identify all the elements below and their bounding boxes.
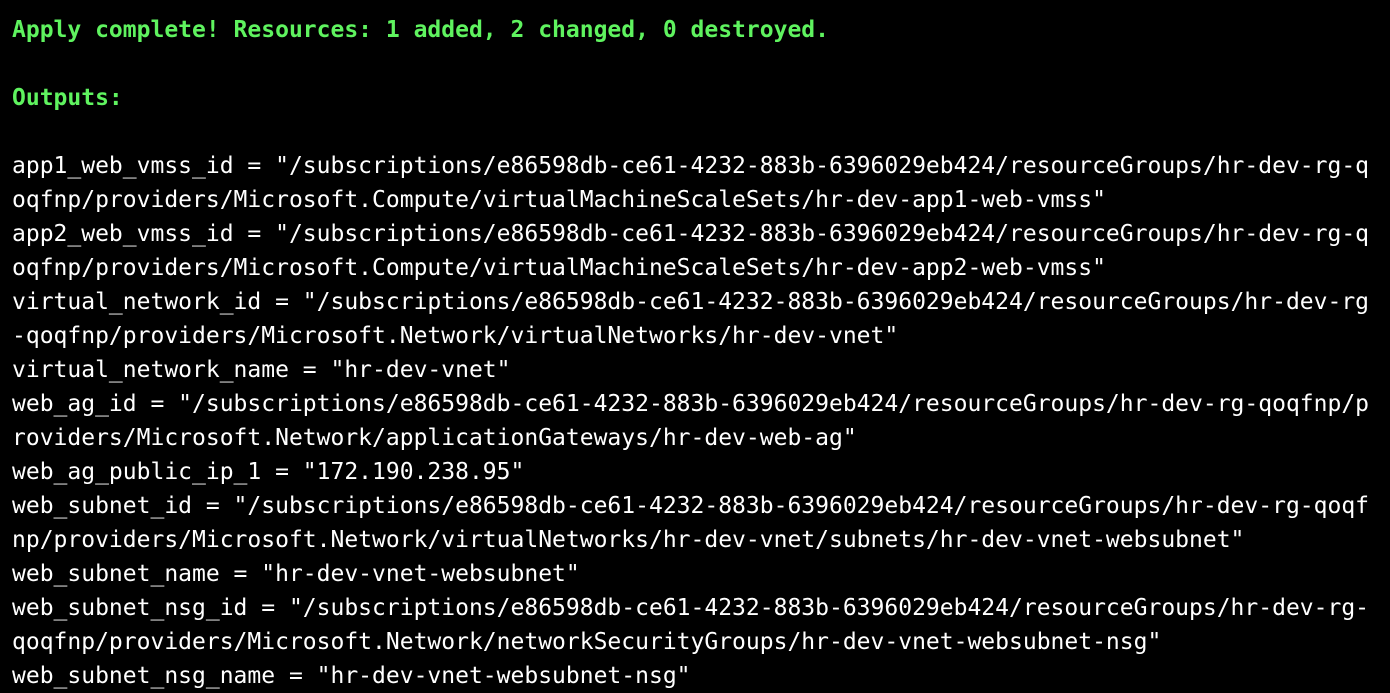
output-line: web_ag_public_ip_1 = "172.190.238.95" <box>12 459 525 485</box>
terminal-output: Apply complete! Resources: 1 added, 2 ch… <box>12 13 1388 693</box>
output-line: web_ag_id = "/subscriptions/e86598db-ce6… <box>12 391 1370 417</box>
output-line: web_subnet_nsg_name = "hr-dev-vnet-websu… <box>12 663 691 689</box>
output-line: app1_web_vmss_id = "/subscriptions/e8659… <box>12 153 1370 179</box>
output-line: web_subnet_nsg_id = "/subscriptions/e865… <box>12 595 1370 621</box>
output-line: web_subnet_name = "hr-dev-vnet-websubnet… <box>12 561 580 587</box>
output-line: virtual_network_name = "hr-dev-vnet" <box>12 357 511 383</box>
output-line: web_subnet_id = "/subscriptions/e86598db… <box>12 493 1370 519</box>
output-line: np/providers/Microsoft.Network/virtualNe… <box>12 527 1245 553</box>
output-line: -qoqfnp/providers/Microsoft.Network/virt… <box>12 323 899 349</box>
output-line: oqfnp/providers/Microsoft.Compute/virtua… <box>12 187 1106 213</box>
apply-complete-message: Apply complete! Resources: 1 added, 2 ch… <box>12 17 829 43</box>
output-line: qoqfnp/providers/Microsoft.Network/netwo… <box>12 629 1162 655</box>
outputs-heading: Outputs: <box>12 85 123 111</box>
output-line: roviders/Microsoft.Network/applicationGa… <box>12 425 857 451</box>
output-line: app2_web_vmss_id = "/subscriptions/e8659… <box>12 221 1370 247</box>
output-line: virtual_network_id = "/subscriptions/e86… <box>12 289 1370 315</box>
output-line: oqfnp/providers/Microsoft.Compute/virtua… <box>12 255 1106 281</box>
